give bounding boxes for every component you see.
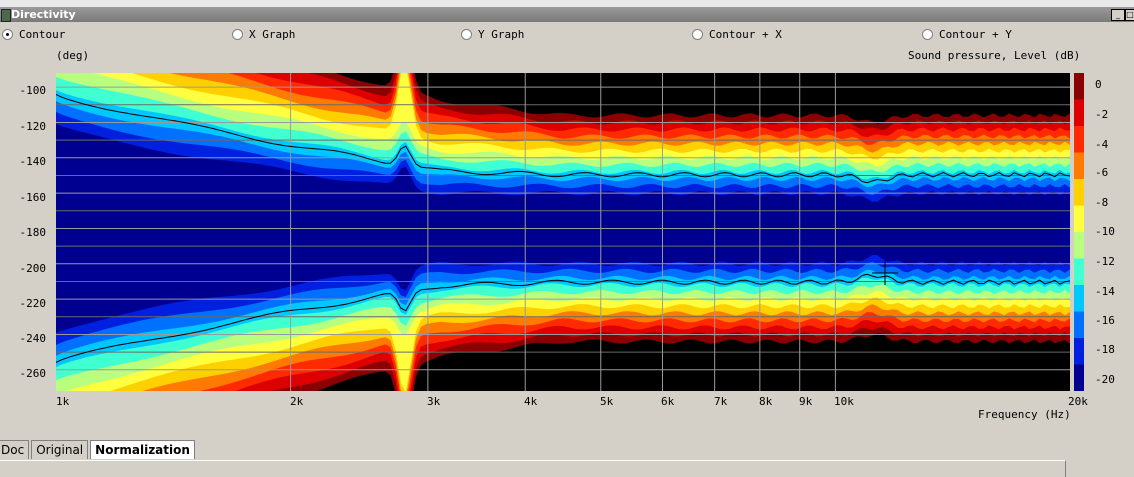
colorbar-swatch — [1074, 179, 1084, 206]
tab-normalization-label: Normalization — [95, 443, 190, 457]
colorbar-tick-label: -6 — [1095, 166, 1109, 179]
y-tick-label: -160 — [19, 191, 47, 204]
colorbar-title: Sound pressure, Level (dB) — [908, 49, 1081, 62]
x-tick-label: 1k — [56, 395, 70, 408]
colorbar-tick-label: -4 — [1095, 138, 1109, 151]
colorbar-tick-label: 0 — [1095, 78, 1102, 91]
y-tick-label: -100 — [19, 84, 47, 97]
tab-original[interactable]: Original — [31, 440, 89, 459]
window-title: Directivity — [11, 8, 76, 21]
colorbar-swatch — [1074, 258, 1084, 286]
colorbar-swatch — [1074, 311, 1084, 339]
y-tick-label: -260 — [19, 367, 47, 380]
tab-original-label: Original — [36, 443, 84, 457]
title-bar: Directivity _ □ — [0, 7, 1134, 22]
colorbar-swatch — [1074, 338, 1084, 365]
colorbar-swatch — [1074, 205, 1084, 233]
x-tick-label: 3k — [427, 395, 441, 408]
colorbar-swatch — [1074, 126, 1084, 153]
y-tick-label: -140 — [19, 155, 47, 168]
colorbar-swatch — [1074, 99, 1084, 127]
colorbar-tick-label: -16 — [1095, 314, 1115, 327]
colorbar — [1074, 73, 1084, 391]
contour-x-radio[interactable]: Contour + X — [692, 27, 782, 41]
colorbar-swatch — [1074, 285, 1084, 312]
colorbar-tick-label: -2 — [1095, 108, 1109, 121]
colorbar-tick-label: -20 — [1095, 373, 1115, 386]
colorbar-swatch — [1074, 364, 1084, 391]
y-tick-label: -240 — [19, 332, 47, 345]
top-edge — [0, 0, 1134, 7]
contour-plot[interactable] — [56, 73, 1070, 391]
colorbar-tick-label: -14 — [1095, 285, 1115, 298]
app-icon — [1, 9, 11, 22]
tab-doc-label: Doc — [1, 443, 25, 457]
tab-normalization[interactable]: Normalization — [90, 440, 195, 459]
x-tick-label: 9k — [799, 395, 813, 408]
x-tick-label: 6k — [661, 395, 675, 408]
contour-x-radio-label: Contour + X — [709, 27, 782, 41]
radio-dot — [232, 28, 243, 40]
colorbar-swatch — [1074, 152, 1084, 180]
y-graph-radio[interactable]: Y Graph — [461, 27, 524, 41]
colorbar-swatch — [1074, 73, 1084, 100]
x-tick-label: 10k — [834, 395, 854, 408]
y-tick-label: -120 — [19, 120, 47, 133]
x-tick-label: 20k — [1068, 395, 1088, 408]
y-axis-unit: (deg) — [56, 49, 90, 62]
minimize-button[interactable]: _ — [1111, 9, 1125, 21]
radio-dot — [692, 28, 703, 40]
x-tick-label: 8k — [759, 395, 773, 408]
x-graph-radio-label: X Graph — [249, 27, 296, 41]
contour-radio-label: Contour — [19, 27, 66, 41]
radio-dot — [2, 28, 13, 40]
contour-y-radio[interactable]: Contour + Y — [922, 27, 1012, 41]
radio-dot — [461, 28, 472, 40]
x-tick-label: 2k — [290, 395, 304, 408]
y-tick-label: -180 — [19, 226, 47, 239]
restore-button[interactable]: □ — [1125, 9, 1134, 21]
colorbar-tick-label: -8 — [1095, 196, 1109, 209]
contour-y-radio-label: Contour + Y — [939, 27, 1012, 41]
radio-dot — [922, 28, 933, 40]
x-axis-title: Frequency (Hz) — [978, 408, 1071, 421]
colorbar-tick-label: -10 — [1095, 225, 1115, 238]
y-graph-radio-label: Y Graph — [478, 27, 525, 41]
y-tick-label: -220 — [19, 297, 47, 310]
contour-radio[interactable]: Contour — [2, 27, 65, 41]
x-tick-label: 4k — [524, 395, 538, 408]
view-option-bar: Contour X Graph Y Graph Contour + X Cont… — [0, 24, 1134, 44]
colorbar-tick-label: -12 — [1095, 255, 1115, 268]
bottom-panel — [0, 460, 1066, 477]
colorbar-swatch — [1074, 232, 1084, 259]
colorbar-tick-label: -18 — [1095, 343, 1115, 356]
x-tick-label: 7k — [714, 395, 728, 408]
y-tick-label: -200 — [19, 262, 47, 275]
tab-doc[interactable]: Doc — [0, 440, 30, 459]
x-graph-radio[interactable]: X Graph — [232, 27, 295, 41]
tab-strip: Doc Original Normalization — [0, 440, 197, 460]
x-tick-label: 5k — [600, 395, 614, 408]
